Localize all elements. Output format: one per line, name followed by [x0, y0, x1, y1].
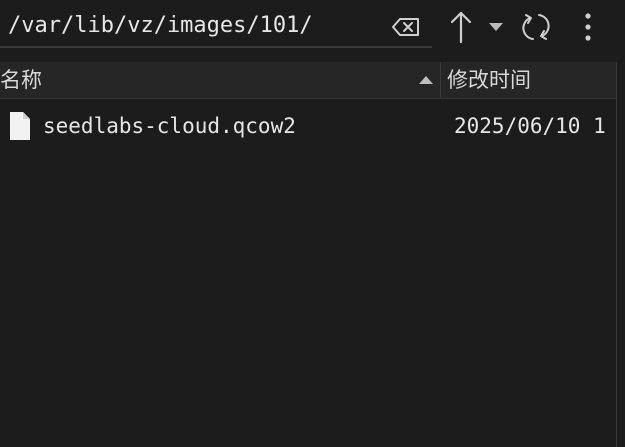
list-item[interactable]: seedlabs-cloud.qcow2 2025/06/10 1 — [0, 99, 625, 153]
column-header-name-label: 名称 — [0, 68, 42, 92]
column-header-modified[interactable]: 修改时间 — [441, 62, 616, 98]
file-modified: 2025/06/10 1 — [454, 114, 606, 138]
toolbar — [0, 0, 625, 60]
file-name: seedlabs-cloud.qcow2 — [43, 114, 296, 138]
column-header: 名称 修改时间 — [0, 62, 625, 99]
backspace-clear-icon — [392, 18, 419, 36]
go-up-button[interactable] — [444, 8, 478, 46]
column-header-modified-label: 修改时间 — [447, 68, 531, 92]
column-header-name[interactable]: 名称 — [0, 62, 438, 98]
clear-path-button[interactable] — [388, 12, 424, 42]
file-list: seedlabs-cloud.qcow2 2025/06/10 1 — [0, 99, 625, 447]
chevron-down-icon — [489, 23, 503, 31]
file-browser: 名称 修改时间 seedlabs-cloud.qcow2 2025/06/10 … — [0, 0, 625, 447]
arrow-up-icon — [450, 11, 472, 44]
more-options-button[interactable] — [574, 8, 602, 46]
sort-ascending-icon — [419, 76, 433, 84]
refresh-button[interactable] — [518, 8, 554, 46]
more-vertical-icon — [585, 13, 591, 41]
path-input[interactable] — [0, 6, 380, 46]
file-icon — [10, 112, 30, 140]
history-dropdown-button[interactable] — [484, 14, 508, 40]
refresh-icon — [522, 14, 550, 40]
path-bar — [0, 6, 432, 48]
column-edge — [616, 62, 625, 447]
